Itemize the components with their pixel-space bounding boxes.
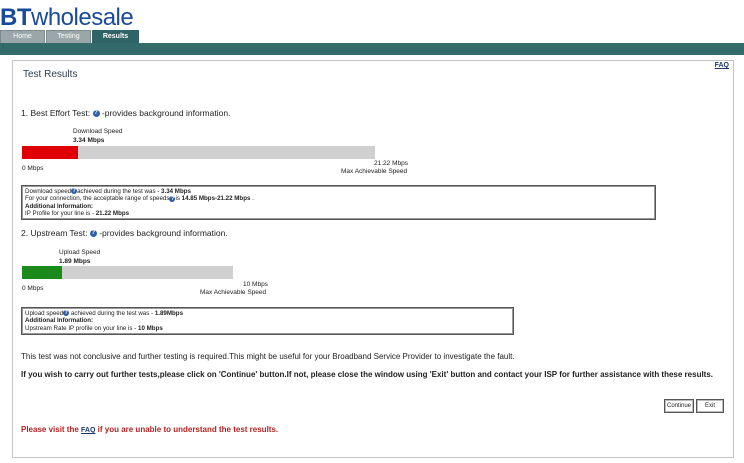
tab-testing[interactable]: Testing xyxy=(46,30,91,43)
tab-home[interactable]: Home xyxy=(0,30,45,43)
info-text: IP Profile for your line is - xyxy=(25,209,96,217)
upload-speed-bar-fill xyxy=(22,266,62,279)
help-icon[interactable]: ? xyxy=(89,230,97,238)
download-speed-value: 3.34 Mbps xyxy=(73,137,105,144)
nav-bar xyxy=(0,43,744,55)
upload-info-line: Upload speed? achieved during the test w… xyxy=(25,310,510,317)
upstream-heading-label: 2. Upstream Test: xyxy=(21,228,88,238)
download-min-label: 0 Mbps xyxy=(22,165,44,172)
upstream-profile-value: 10 Mbps xyxy=(138,324,163,332)
exit-button[interactable]: Exit xyxy=(696,399,724,413)
download-max-value: 21.22 Mbps xyxy=(374,160,408,167)
upload-achieved-value: 1.89Mbps xyxy=(154,310,184,317)
logo-bt: BT xyxy=(0,4,32,31)
upload-max-value: 10 Mbps xyxy=(243,281,268,288)
results-panel: FAQ Test Results 1. Best Effort Test: ? … xyxy=(12,60,734,458)
download-speed-bar xyxy=(22,146,375,159)
tab-results[interactable]: Results xyxy=(92,30,139,43)
help-icon[interactable]: ? xyxy=(92,110,100,118)
info-text: Upload speed xyxy=(25,310,64,317)
bt-wholesale-logo: BTwholesale xyxy=(0,4,134,31)
help-text: if you are unable to understand the test… xyxy=(95,425,279,434)
nav-tabs: Home Testing Results xyxy=(0,30,140,44)
info-text: achieved during the test was - xyxy=(69,310,155,317)
download-max-caption: Max Achievable Speed xyxy=(341,168,408,175)
page-title: Test Results xyxy=(23,69,78,80)
additional-info-heading: Additional Information: xyxy=(25,202,94,210)
upload-speed-bar xyxy=(22,266,233,279)
info-text: Upstream Rate IP profile on your line is… xyxy=(25,324,139,332)
additional-info-heading: Additional Information: xyxy=(25,317,94,325)
download-speed-caption: Download Speed xyxy=(73,128,123,135)
info-text: achieved during the test was - xyxy=(77,188,162,195)
upload-min-label: 0 Mbps xyxy=(22,285,44,292)
download-info-box: Download speed?achieved during the test … xyxy=(21,185,656,221)
acceptable-range-value: 14.85 Mbps-21.22 Mbps xyxy=(181,195,251,203)
download-info-line: Download speed?achieved during the test … xyxy=(25,188,652,195)
faq-link-top[interactable]: FAQ xyxy=(715,62,729,69)
upload-speed-caption: Upload Speed xyxy=(59,249,101,256)
upload-max-caption: Max Achievable Speed xyxy=(200,289,267,296)
ip-profile-value: 21.22 Mbps xyxy=(95,209,130,217)
download-speed-bar-fill xyxy=(22,146,78,159)
instruction-text: If you wish to carry out further tests,p… xyxy=(21,370,714,379)
range-info-line: For your connection, the acceptable rang… xyxy=(25,195,652,202)
upstream-heading-desc: -provides background information. xyxy=(99,228,228,238)
continue-button[interactable]: Continue xyxy=(664,399,694,413)
help-text: Please visit the xyxy=(21,425,82,434)
best-effort-heading-desc: -provides background information. xyxy=(101,108,231,118)
best-effort-heading-label: 1. Best Effort Test: xyxy=(21,108,91,118)
inconclusive-note: This test was not conclusive and further… xyxy=(21,352,515,361)
upload-speed-value: 1.89 Mbps xyxy=(59,258,91,265)
faq-link[interactable]: FAQ xyxy=(81,427,95,434)
upstream-heading: 2. Upstream Test: ? -provides background… xyxy=(21,228,228,238)
best-effort-heading: 1. Best Effort Test: ? -provides backgro… xyxy=(21,108,230,118)
download-achieved-value: 3.34 Mbps xyxy=(161,188,191,195)
upstream-profile-line: Upstream Rate IP profile on your line is… xyxy=(25,325,510,332)
faq-help-text: Please visit the FAQ if you are unable t… xyxy=(21,425,278,434)
upload-info-box: Upload speed? achieved during the test w… xyxy=(21,307,514,335)
info-text: . xyxy=(250,195,254,203)
info-text: For your connection, the acceptable rang… xyxy=(25,195,170,203)
info-text: Download speed xyxy=(25,188,72,195)
logo-wholesale: wholesale xyxy=(31,4,134,31)
ip-profile-line: IP Profile for your line is - 21.22 Mbps xyxy=(25,210,652,217)
